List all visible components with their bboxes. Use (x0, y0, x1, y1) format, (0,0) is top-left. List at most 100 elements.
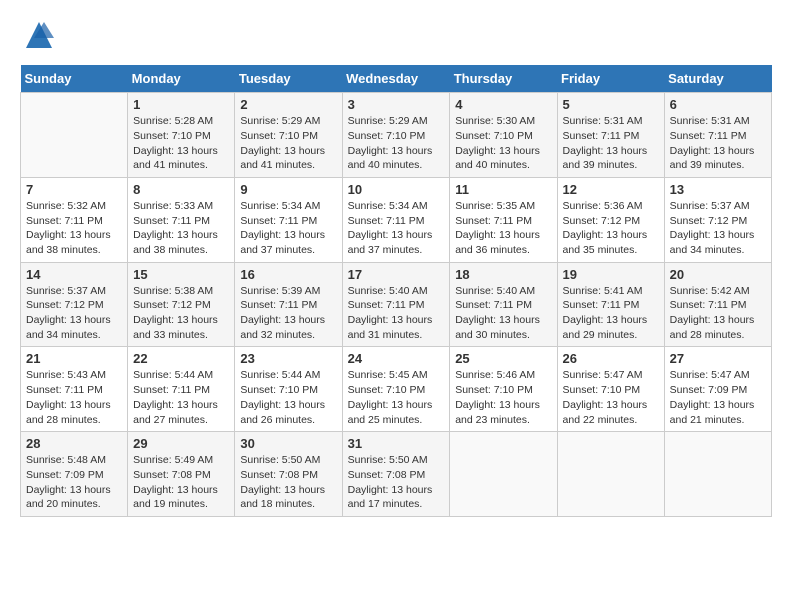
calendar-cell: 17 Sunrise: 5:40 AMSunset: 7:11 PMDayligh… (342, 262, 450, 347)
calendar-cell: 25 Sunrise: 5:46 AMSunset: 7:10 PMDayligh… (450, 347, 557, 432)
calendar-cell: 11 Sunrise: 5:35 AMSunset: 7:11 PMDayligh… (450, 177, 557, 262)
day-number: 6 (670, 97, 766, 112)
day-number: 18 (455, 267, 551, 282)
day-number: 3 (348, 97, 445, 112)
calendar-table: SundayMondayTuesdayWednesdayThursdayFrid… (20, 65, 772, 517)
day-info: Sunrise: 5:29 AMSunset: 7:10 PMDaylight:… (240, 114, 336, 173)
calendar-cell: 6 Sunrise: 5:31 AMSunset: 7:11 PMDaylight… (664, 93, 771, 178)
calendar-cell: 3Sunrise: 5:29 AMSunset: 7:10 PMDaylight… (342, 93, 450, 178)
day-info: Sunrise: 5:50 AMSunset: 7:08 PMDaylight:… (348, 453, 445, 512)
day-info: Sunrise: 5:40 AMSunset: 7:11 PMDaylight:… (348, 284, 445, 343)
day-number: 26 (563, 351, 659, 366)
day-info: Sunrise: 5:36 AMSunset: 7:12 PMDaylight:… (563, 199, 659, 258)
weekday-header-tuesday: Tuesday (235, 65, 342, 93)
calendar-week-row: 28Sunrise: 5:48 AMSunset: 7:09 PMDayligh… (21, 432, 772, 517)
calendar-cell: 8 Sunrise: 5:33 AMSunset: 7:11 PMDaylight… (128, 177, 235, 262)
calendar-cell: 19 Sunrise: 5:41 AMSunset: 7:11 PMDayligh… (557, 262, 664, 347)
calendar-cell: 9 Sunrise: 5:34 AMSunset: 7:11 PMDaylight… (235, 177, 342, 262)
day-info: Sunrise: 5:37 AMSunset: 7:12 PMDaylight:… (670, 199, 766, 258)
day-info: Sunrise: 5:33 AMSunset: 7:11 PMDaylight:… (133, 199, 229, 258)
calendar-cell (21, 93, 128, 178)
calendar-cell: 30 Sunrise: 5:50 AMSunset: 7:08 PMDayligh… (235, 432, 342, 517)
calendar-cell: 7 Sunrise: 5:32 AMSunset: 7:11 PMDaylight… (21, 177, 128, 262)
day-number: 16 (240, 267, 336, 282)
day-number: 25 (455, 351, 551, 366)
weekday-header-friday: Friday (557, 65, 664, 93)
day-number: 8 (133, 182, 229, 197)
day-info: Sunrise: 5:47 AMSunset: 7:09 PMDaylight:… (670, 368, 766, 427)
day-info: Sunrise: 5:42 AMSunset: 7:11 PMDaylight:… (670, 284, 766, 343)
day-number: 5 (563, 97, 659, 112)
day-info: Sunrise: 5:31 AMSunset: 7:11 PMDaylight:… (670, 114, 766, 173)
day-info: Sunrise: 5:30 AMSunset: 7:10 PMDaylight:… (455, 114, 551, 173)
day-number: 10 (348, 182, 445, 197)
day-number: 13 (670, 182, 766, 197)
day-number: 28 (26, 436, 122, 451)
day-number: 11 (455, 182, 551, 197)
calendar-cell: 16Sunrise: 5:39 AMSunset: 7:11 PMDayligh… (235, 262, 342, 347)
calendar-week-row: 21 Sunrise: 5:43 AMSunset: 7:11 PMDayligh… (21, 347, 772, 432)
day-info: Sunrise: 5:31 AMSunset: 7:11 PMDaylight:… (563, 114, 659, 173)
day-number: 29 (133, 436, 229, 451)
day-info: Sunrise: 5:50 AMSunset: 7:08 PMDaylight:… (240, 453, 336, 512)
calendar-cell: 12 Sunrise: 5:36 AMSunset: 7:12 PMDayligh… (557, 177, 664, 262)
day-info: Sunrise: 5:37 AMSunset: 7:12 PMDaylight:… (26, 284, 122, 343)
calendar-week-row: 1 Sunrise: 5:28 AMSunset: 7:10 PMDaylight… (21, 93, 772, 178)
logo-icon (24, 20, 54, 50)
calendar-cell: 13 Sunrise: 5:37 AMSunset: 7:12 PMDayligh… (664, 177, 771, 262)
day-info: Sunrise: 5:32 AMSunset: 7:11 PMDaylight:… (26, 199, 122, 258)
calendar-cell: 22Sunrise: 5:44 AMSunset: 7:11 PMDayligh… (128, 347, 235, 432)
calendar-cell: 4 Sunrise: 5:30 AMSunset: 7:10 PMDaylight… (450, 93, 557, 178)
day-number: 31 (348, 436, 445, 451)
day-info: Sunrise: 5:35 AMSunset: 7:11 PMDaylight:… (455, 199, 551, 258)
calendar-cell: 15 Sunrise: 5:38 AMSunset: 7:12 PMDayligh… (128, 262, 235, 347)
calendar-cell: 24Sunrise: 5:45 AMSunset: 7:10 PMDayligh… (342, 347, 450, 432)
day-number: 22 (133, 351, 229, 366)
calendar-cell: 14 Sunrise: 5:37 AMSunset: 7:12 PMDayligh… (21, 262, 128, 347)
day-number: 30 (240, 436, 336, 451)
day-info: Sunrise: 5:43 AMSunset: 7:11 PMDaylight:… (26, 368, 122, 427)
day-number: 15 (133, 267, 229, 282)
day-info: Sunrise: 5:38 AMSunset: 7:12 PMDaylight:… (133, 284, 229, 343)
calendar-cell: 28Sunrise: 5:48 AMSunset: 7:09 PMDayligh… (21, 432, 128, 517)
calendar-week-row: 14 Sunrise: 5:37 AMSunset: 7:12 PMDayligh… (21, 262, 772, 347)
weekday-header-row: SundayMondayTuesdayWednesdayThursdayFrid… (21, 65, 772, 93)
day-info: Sunrise: 5:44 AMSunset: 7:10 PMDaylight:… (240, 368, 336, 427)
day-info: Sunrise: 5:41 AMSunset: 7:11 PMDaylight:… (563, 284, 659, 343)
day-number: 24 (348, 351, 445, 366)
day-number: 17 (348, 267, 445, 282)
day-number: 7 (26, 182, 122, 197)
day-number: 2 (240, 97, 336, 112)
day-number: 9 (240, 182, 336, 197)
calendar-cell: 21 Sunrise: 5:43 AMSunset: 7:11 PMDayligh… (21, 347, 128, 432)
day-info: Sunrise: 5:34 AMSunset: 7:11 PMDaylight:… (348, 199, 445, 258)
day-info: Sunrise: 5:34 AMSunset: 7:11 PMDaylight:… (240, 199, 336, 258)
calendar-cell: 27Sunrise: 5:47 AMSunset: 7:09 PMDayligh… (664, 347, 771, 432)
day-number: 12 (563, 182, 659, 197)
weekday-header-monday: Monday (128, 65, 235, 93)
day-number: 14 (26, 267, 122, 282)
page-header (20, 20, 772, 55)
day-info: Sunrise: 5:49 AMSunset: 7:08 PMDaylight:… (133, 453, 229, 512)
calendar-cell: 2 Sunrise: 5:29 AMSunset: 7:10 PMDaylight… (235, 93, 342, 178)
calendar-cell (450, 432, 557, 517)
calendar-cell: 31 Sunrise: 5:50 AMSunset: 7:08 PMDayligh… (342, 432, 450, 517)
weekday-header-wednesday: Wednesday (342, 65, 450, 93)
day-number: 23 (240, 351, 336, 366)
weekday-header-sunday: Sunday (21, 65, 128, 93)
calendar-cell: 23 Sunrise: 5:44 AMSunset: 7:10 PMDayligh… (235, 347, 342, 432)
calendar-cell: 1 Sunrise: 5:28 AMSunset: 7:10 PMDaylight… (128, 93, 235, 178)
weekday-header-thursday: Thursday (450, 65, 557, 93)
calendar-cell: 5 Sunrise: 5:31 AMSunset: 7:11 PMDaylight… (557, 93, 664, 178)
day-info: Sunrise: 5:28 AMSunset: 7:10 PMDaylight:… (133, 114, 229, 173)
day-number: 21 (26, 351, 122, 366)
day-number: 1 (133, 97, 229, 112)
day-info: Sunrise: 5:46 AMSunset: 7:10 PMDaylight:… (455, 368, 551, 427)
day-info: Sunrise: 5:47 AMSunset: 7:10 PMDaylight:… (563, 368, 659, 427)
calendar-cell: 18Sunrise: 5:40 AMSunset: 7:11 PMDayligh… (450, 262, 557, 347)
day-number: 19 (563, 267, 659, 282)
calendar-cell: 26 Sunrise: 5:47 AMSunset: 7:10 PMDayligh… (557, 347, 664, 432)
calendar-cell (664, 432, 771, 517)
day-number: 20 (670, 267, 766, 282)
day-number: 4 (455, 97, 551, 112)
